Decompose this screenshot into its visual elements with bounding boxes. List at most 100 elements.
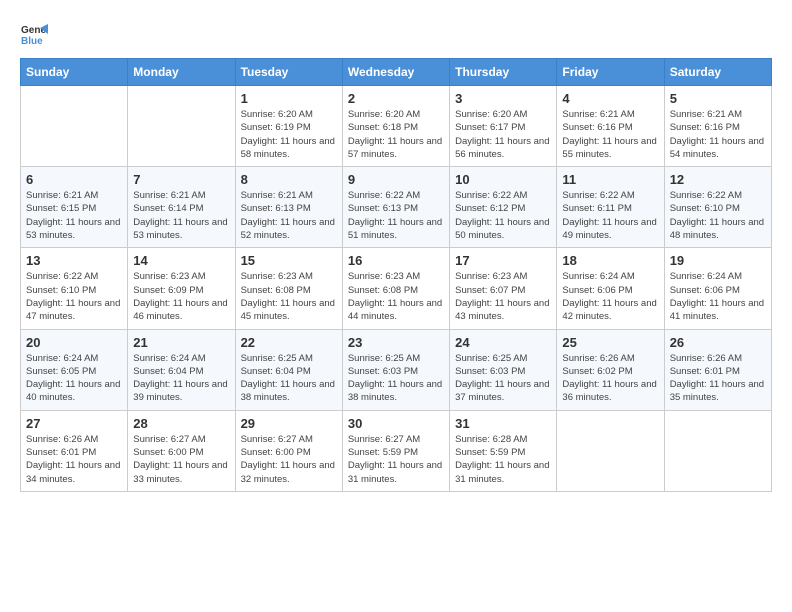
day-info: Sunrise: 6:28 AMSunset: 5:59 PMDaylight:… bbox=[455, 433, 551, 486]
day-number: 31 bbox=[455, 416, 551, 431]
day-number: 23 bbox=[348, 335, 444, 350]
day-info: Sunrise: 6:27 AMSunset: 6:00 PMDaylight:… bbox=[241, 433, 337, 486]
calendar-body: 1 Sunrise: 6:20 AMSunset: 6:19 PMDaylight… bbox=[21, 86, 772, 492]
day-info: Sunrise: 6:23 AMSunset: 6:08 PMDaylight:… bbox=[348, 270, 444, 323]
day-number: 28 bbox=[133, 416, 229, 431]
calendar-cell: 2 Sunrise: 6:20 AMSunset: 6:18 PMDaylight… bbox=[342, 86, 449, 167]
day-number: 15 bbox=[241, 253, 337, 268]
day-number: 1 bbox=[241, 91, 337, 106]
day-number: 20 bbox=[26, 335, 122, 350]
day-number: 26 bbox=[670, 335, 766, 350]
day-info: Sunrise: 6:25 AMSunset: 6:03 PMDaylight:… bbox=[348, 352, 444, 405]
calendar-cell: 27 Sunrise: 6:26 AMSunset: 6:01 PMDayligh… bbox=[21, 410, 128, 491]
day-header-saturday: Saturday bbox=[664, 59, 771, 86]
calendar-table: SundayMondayTuesdayWednesdayThursdayFrid… bbox=[20, 58, 772, 492]
calendar-cell: 28 Sunrise: 6:27 AMSunset: 6:00 PMDayligh… bbox=[128, 410, 235, 491]
day-number: 17 bbox=[455, 253, 551, 268]
day-number: 2 bbox=[348, 91, 444, 106]
week-row-5: 27 Sunrise: 6:26 AMSunset: 6:01 PMDayligh… bbox=[21, 410, 772, 491]
day-info: Sunrise: 6:23 AMSunset: 6:08 PMDaylight:… bbox=[241, 270, 337, 323]
page-header: General Blue bbox=[20, 20, 772, 48]
day-number: 8 bbox=[241, 172, 337, 187]
calendar-cell: 7 Sunrise: 6:21 AMSunset: 6:14 PMDaylight… bbox=[128, 167, 235, 248]
calendar-cell: 11 Sunrise: 6:22 AMSunset: 6:11 PMDayligh… bbox=[557, 167, 664, 248]
day-info: Sunrise: 6:21 AMSunset: 6:13 PMDaylight:… bbox=[241, 189, 337, 242]
day-number: 14 bbox=[133, 253, 229, 268]
day-number: 11 bbox=[562, 172, 658, 187]
calendar-cell: 4Sunrise: 6:21 AMSunset: 6:16 PMDaylight… bbox=[557, 86, 664, 167]
day-number: 21 bbox=[133, 335, 229, 350]
week-row-2: 6Sunrise: 6:21 AMSunset: 6:15 PMDaylight… bbox=[21, 167, 772, 248]
day-info: Sunrise: 6:20 AMSunset: 6:18 PMDaylight:… bbox=[348, 108, 444, 161]
day-number: 27 bbox=[26, 416, 122, 431]
calendar-cell: 6Sunrise: 6:21 AMSunset: 6:15 PMDaylight… bbox=[21, 167, 128, 248]
day-number: 13 bbox=[26, 253, 122, 268]
calendar-cell: 22 Sunrise: 6:25 AMSunset: 6:04 PMDayligh… bbox=[235, 329, 342, 410]
day-header-sunday: Sunday bbox=[21, 59, 128, 86]
calendar-cell: 31 Sunrise: 6:28 AMSunset: 5:59 PMDayligh… bbox=[450, 410, 557, 491]
day-info: Sunrise: 6:22 AMSunset: 6:12 PMDaylight:… bbox=[455, 189, 551, 242]
week-row-4: 20 Sunrise: 6:24 AMSunset: 6:05 PMDayligh… bbox=[21, 329, 772, 410]
day-info: Sunrise: 6:24 AMSunset: 6:05 PMDaylight:… bbox=[26, 352, 122, 405]
day-info: Sunrise: 6:21 AMSunset: 6:14 PMDaylight:… bbox=[133, 189, 229, 242]
calendar-cell: 14 Sunrise: 6:23 AMSunset: 6:09 PMDayligh… bbox=[128, 248, 235, 329]
day-info: Sunrise: 6:27 AMSunset: 5:59 PMDaylight:… bbox=[348, 433, 444, 486]
calendar-cell bbox=[21, 86, 128, 167]
day-info: Sunrise: 6:25 AMSunset: 6:03 PMDaylight:… bbox=[455, 352, 551, 405]
day-header-wednesday: Wednesday bbox=[342, 59, 449, 86]
day-info: Sunrise: 6:23 AMSunset: 6:09 PMDaylight:… bbox=[133, 270, 229, 323]
day-info: Sunrise: 6:26 AMSunset: 6:01 PMDaylight:… bbox=[26, 433, 122, 486]
calendar-cell: 12Sunrise: 6:22 AMSunset: 6:10 PMDayligh… bbox=[664, 167, 771, 248]
day-number: 9 bbox=[348, 172, 444, 187]
day-info: Sunrise: 6:24 AMSunset: 6:04 PMDaylight:… bbox=[133, 352, 229, 405]
day-number: 18 bbox=[562, 253, 658, 268]
day-info: Sunrise: 6:21 AMSunset: 6:16 PMDaylight:… bbox=[670, 108, 766, 161]
day-info: Sunrise: 6:22 AMSunset: 6:10 PMDaylight:… bbox=[26, 270, 122, 323]
day-number: 5 bbox=[670, 91, 766, 106]
day-number: 16 bbox=[348, 253, 444, 268]
calendar-cell: 20 Sunrise: 6:24 AMSunset: 6:05 PMDayligh… bbox=[21, 329, 128, 410]
day-info: Sunrise: 6:22 AMSunset: 6:11 PMDaylight:… bbox=[562, 189, 658, 242]
day-header-monday: Monday bbox=[128, 59, 235, 86]
calendar-cell: 8 Sunrise: 6:21 AMSunset: 6:13 PMDaylight… bbox=[235, 167, 342, 248]
day-number: 10 bbox=[455, 172, 551, 187]
calendar-cell: 13 Sunrise: 6:22 AMSunset: 6:10 PMDayligh… bbox=[21, 248, 128, 329]
calendar-cell: 26 Sunrise: 6:26 AMSunset: 6:01 PMDayligh… bbox=[664, 329, 771, 410]
calendar-cell: 29 Sunrise: 6:27 AMSunset: 6:00 PMDayligh… bbox=[235, 410, 342, 491]
day-info: Sunrise: 6:20 AMSunset: 6:17 PMDaylight:… bbox=[455, 108, 551, 161]
day-info: Sunrise: 6:24 AMSunset: 6:06 PMDaylight:… bbox=[562, 270, 658, 323]
logo-icon: General Blue bbox=[20, 20, 48, 48]
day-info: Sunrise: 6:27 AMSunset: 6:00 PMDaylight:… bbox=[133, 433, 229, 486]
calendar-cell: 5 Sunrise: 6:21 AMSunset: 6:16 PMDaylight… bbox=[664, 86, 771, 167]
calendar-cell: 17Sunrise: 6:23 AMSunset: 6:07 PMDayligh… bbox=[450, 248, 557, 329]
calendar-cell: 16 Sunrise: 6:23 AMSunset: 6:08 PMDayligh… bbox=[342, 248, 449, 329]
calendar-cell: 18 Sunrise: 6:24 AMSunset: 6:06 PMDayligh… bbox=[557, 248, 664, 329]
day-info: Sunrise: 6:20 AMSunset: 6:19 PMDaylight:… bbox=[241, 108, 337, 161]
calendar-cell: 19Sunrise: 6:24 AMSunset: 6:06 PMDayligh… bbox=[664, 248, 771, 329]
week-row-3: 13 Sunrise: 6:22 AMSunset: 6:10 PMDayligh… bbox=[21, 248, 772, 329]
day-header-thursday: Thursday bbox=[450, 59, 557, 86]
day-number: 30 bbox=[348, 416, 444, 431]
calendar-cell: 21 Sunrise: 6:24 AMSunset: 6:04 PMDayligh… bbox=[128, 329, 235, 410]
day-info: Sunrise: 6:25 AMSunset: 6:04 PMDaylight:… bbox=[241, 352, 337, 405]
calendar-cell: 9Sunrise: 6:22 AMSunset: 6:13 PMDaylight… bbox=[342, 167, 449, 248]
svg-text:Blue: Blue bbox=[21, 36, 43, 47]
day-info: Sunrise: 6:21 AMSunset: 6:15 PMDaylight:… bbox=[26, 189, 122, 242]
day-number: 7 bbox=[133, 172, 229, 187]
week-row-1: 1 Sunrise: 6:20 AMSunset: 6:19 PMDaylight… bbox=[21, 86, 772, 167]
calendar-cell: 25Sunrise: 6:26 AMSunset: 6:02 PMDayligh… bbox=[557, 329, 664, 410]
header-row: SundayMondayTuesdayWednesdayThursdayFrid… bbox=[21, 59, 772, 86]
day-number: 24 bbox=[455, 335, 551, 350]
day-info: Sunrise: 6:26 AMSunset: 6:01 PMDaylight:… bbox=[670, 352, 766, 405]
calendar-cell: 24 Sunrise: 6:25 AMSunset: 6:03 PMDayligh… bbox=[450, 329, 557, 410]
calendar-header: SundayMondayTuesdayWednesdayThursdayFrid… bbox=[21, 59, 772, 86]
calendar-cell bbox=[128, 86, 235, 167]
calendar-cell: 10 Sunrise: 6:22 AMSunset: 6:12 PMDayligh… bbox=[450, 167, 557, 248]
calendar-cell bbox=[557, 410, 664, 491]
day-number: 22 bbox=[241, 335, 337, 350]
calendar-cell: 15 Sunrise: 6:23 AMSunset: 6:08 PMDayligh… bbox=[235, 248, 342, 329]
calendar-cell: 3Sunrise: 6:20 AMSunset: 6:17 PMDaylight… bbox=[450, 86, 557, 167]
day-number: 29 bbox=[241, 416, 337, 431]
day-header-tuesday: Tuesday bbox=[235, 59, 342, 86]
calendar-cell: 23 Sunrise: 6:25 AMSunset: 6:03 PMDayligh… bbox=[342, 329, 449, 410]
